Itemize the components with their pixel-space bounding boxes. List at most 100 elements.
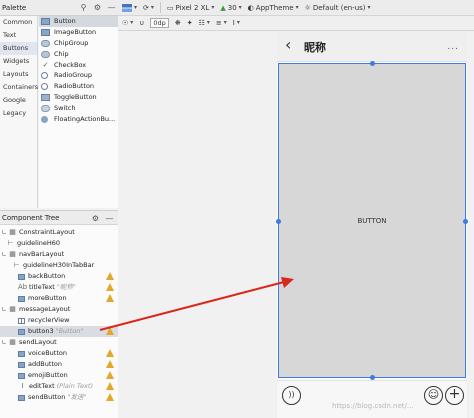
category-containers[interactable]: Containers — [0, 81, 38, 94]
palette-categories: Common Text Buttons Widgets Layouts Cont… — [0, 16, 38, 208]
add-button[interactable]: + — [445, 386, 464, 405]
tree-item-titletext[interactable]: Ab titleText "昵称" — [0, 282, 118, 293]
warning-icon[interactable] — [106, 294, 114, 302]
infer-constraints-button[interactable]: ✦ — [187, 17, 193, 29]
align-button[interactable]: ≡ ▾ — [216, 17, 227, 29]
widget-button[interactable]: Button — [39, 16, 118, 27]
resize-handle-right[interactable] — [463, 219, 468, 224]
voice-button[interactable]: )) — [282, 386, 301, 405]
category-buttons[interactable]: Buttons — [0, 42, 37, 55]
minimize-icon[interactable]: — — [107, 2, 116, 13]
expand-caret-icon[interactable]: ∟ — [0, 304, 8, 315]
resize-handle-top[interactable] — [370, 61, 375, 66]
button-widget-icon — [18, 361, 25, 368]
widget-imagebutton[interactable]: ImageButton — [39, 27, 118, 38]
warning-icon[interactable] — [106, 371, 114, 379]
category-legacy[interactable]: Legacy — [0, 107, 37, 120]
widget-radiogroup[interactable]: RadioGroup — [39, 70, 118, 81]
warning-icon[interactable] — [106, 393, 114, 401]
default-margin-button[interactable]: 0dp — [150, 17, 169, 29]
clear-constraints-button[interactable]: ❋ — [175, 17, 181, 29]
tree-item-morebutton[interactable]: moreButton — [0, 293, 118, 304]
autoconnect-button[interactable]: ∪ — [139, 17, 144, 29]
resize-handle-left[interactable] — [276, 219, 281, 224]
tree-item-recyclerview[interactable]: recyclerView — [0, 315, 118, 326]
more-button[interactable]: ... — [447, 42, 459, 52]
widget-chip[interactable]: Chip — [39, 49, 118, 60]
tree-item-voicebutton[interactable]: voiceButton — [0, 348, 118, 359]
search-icon[interactable]: ⚲ — [79, 2, 88, 13]
textview-icon: Ab — [18, 283, 28, 291]
category-layouts[interactable]: Layouts — [0, 68, 37, 81]
message-layout[interactable]: BUTTON — [276, 61, 468, 380]
guideline-icon: I — [232, 19, 235, 27]
widget-floatingactionbutton[interactable]: FloatingActionBu... — [39, 114, 118, 125]
imagebutton-widget-icon — [41, 28, 50, 36]
warning-icon[interactable] — [106, 327, 114, 335]
category-google[interactable]: Google — [0, 94, 37, 107]
recyclerview-icon — [18, 317, 25, 324]
chevron-down-icon: ▾ — [236, 19, 240, 26]
tree-item-emojibutton[interactable]: emojiButton — [0, 370, 118, 381]
category-common[interactable]: Common — [0, 16, 37, 29]
widget-togglebutton[interactable]: ToggleButton — [39, 92, 118, 103]
api-select[interactable]: ▲ 30 ▾ — [220, 2, 241, 14]
warning-icon[interactable] — [106, 382, 114, 390]
warning-icon[interactable] — [106, 272, 114, 280]
design-canvas[interactable]: ‹ 昵称 ... BUTTON )) ☺ + — [118, 31, 474, 418]
warning-icon[interactable] — [106, 283, 114, 291]
togglebutton-widget-icon — [41, 94, 50, 102]
category-text[interactable]: Text — [0, 29, 37, 42]
expand-caret-icon[interactable]: ∟ — [0, 227, 8, 238]
tree-item-guidelineh60[interactable]: ⊢ guidelineH60 — [0, 238, 118, 249]
phone-icon: ▭ — [166, 3, 174, 12]
view-options-button[interactable]: ☉ ▾ — [122, 17, 133, 29]
gear-icon[interactable]: ⚙ — [93, 2, 102, 13]
theme-select[interactable]: ◐ AppTheme ▾ — [248, 2, 299, 14]
tree-item-backbutton[interactable]: backButton — [0, 271, 118, 282]
device-preview[interactable]: ‹ 昵称 ... BUTTON )) ☺ + — [276, 31, 468, 418]
design-surface-button[interactable]: ▾ — [122, 2, 137, 14]
tree-item-sendlayout[interactable]: ∟ ▦ sendLayout — [0, 337, 118, 348]
widget-radiobutton[interactable]: RadioButton — [39, 81, 118, 92]
tree-item-sendbutton[interactable]: sendButton "发送" — [0, 392, 118, 403]
nav-bar-layout[interactable]: ‹ 昵称 ... — [277, 31, 467, 62]
gear-icon[interactable]: ⚙ — [91, 213, 100, 224]
tree-item-guidelineh30intabbar[interactable]: ⊢ guidelineH30InTabBar — [0, 260, 118, 271]
expand-caret-icon[interactable]: ∟ — [0, 337, 8, 348]
voice-icon: )) — [288, 390, 295, 399]
warning-icon[interactable] — [106, 349, 114, 357]
emoji-button[interactable]: ☺ — [424, 386, 443, 405]
device-select[interactable]: ▭ Pixel 2 XL ▾ — [167, 2, 214, 14]
radiobutton-widget-icon — [41, 83, 48, 91]
guidelines-button[interactable]: I ▾ — [233, 17, 240, 29]
tree-item-navbarlayout[interactable]: ∟ ▦ navBarLayout — [0, 249, 118, 260]
minimize-icon[interactable]: — — [105, 213, 114, 224]
button3-preview[interactable]: BUTTON — [279, 64, 465, 377]
chevron-down-icon: ▾ — [150, 3, 154, 11]
widget-switch[interactable]: Switch — [39, 103, 118, 114]
title-text[interactable]: 昵称 — [304, 39, 326, 55]
chevron-down-icon: ▾ — [134, 3, 138, 11]
button-widget-icon — [18, 328, 25, 335]
tree-item-button3[interactable]: button3 "Button" — [0, 326, 118, 337]
tree-item-addbutton[interactable]: addButton — [0, 359, 118, 370]
layers-icon — [122, 3, 132, 12]
warning-icon[interactable] — [106, 360, 114, 368]
back-button[interactable]: ‹ — [285, 36, 291, 54]
send-layout[interactable]: )) ☺ + — [277, 380, 467, 418]
chevron-down-icon: ▾ — [223, 19, 227, 26]
expand-caret-icon[interactable]: ∟ — [0, 249, 8, 260]
orientation-button[interactable]: ⟳ ▾ — [143, 2, 154, 14]
tree-item-edittext[interactable]: I editText (Plain Text) — [0, 381, 118, 392]
pack-icon: ☷ — [198, 19, 205, 27]
category-widgets[interactable]: Widgets — [0, 55, 37, 68]
tree-item-messagelayout[interactable]: ∟ ▦ messageLayout — [0, 304, 118, 315]
tree-item-constraintlayout[interactable]: ∟ ▦ ConstraintLayout — [0, 227, 118, 238]
pack-button[interactable]: ☷ ▾ — [199, 17, 210, 29]
palette-header: Palette ⚲ ⚙ — — [0, 0, 118, 16]
constraint-layout-icon: ▦ — [9, 338, 16, 346]
widget-chipgroup[interactable]: ChipGroup — [39, 38, 118, 49]
locale-select[interactable]: ☼ Default (en-us) ▾ — [305, 2, 371, 14]
widget-checkbox[interactable]: ✓ CheckBox — [39, 60, 118, 71]
